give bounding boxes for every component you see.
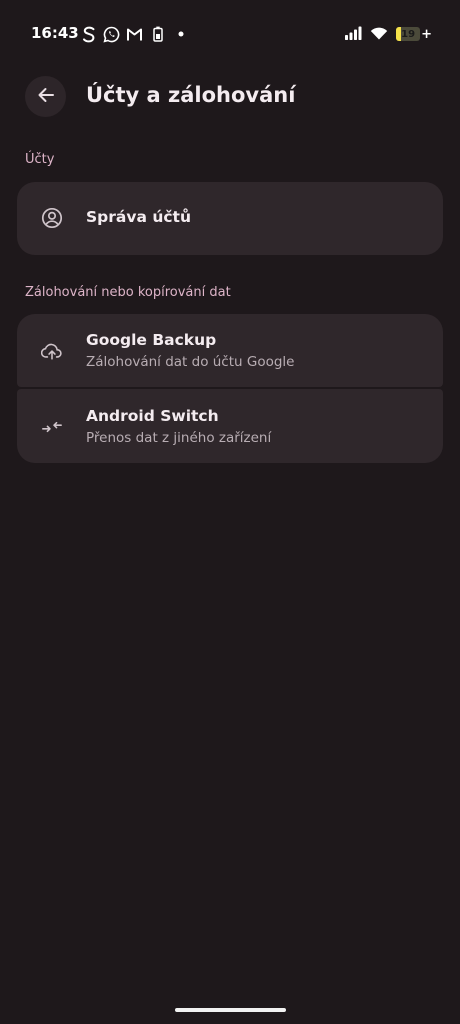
- list-item-manage-accounts[interactable]: Správa účtů: [17, 182, 443, 255]
- list-item-google-backup[interactable]: Google Backup Zálohování dat do účtu Goo…: [17, 314, 443, 387]
- list-item-android-switch[interactable]: Android Switch Přenos dat z jiného zaříz…: [17, 389, 443, 463]
- gmail-icon: [126, 26, 143, 43]
- transfer-arrows-icon: [41, 416, 63, 438]
- signal-icon: [344, 25, 362, 44]
- back-button[interactable]: [25, 76, 66, 117]
- section-header-accounts: Účty: [25, 152, 55, 167]
- charging-icon: +: [421, 26, 432, 42]
- battery-fill: [396, 27, 401, 41]
- battery-icon: 19 +: [396, 27, 432, 41]
- notification-icons: [80, 24, 189, 44]
- s-icon: [80, 26, 97, 43]
- list-item-title: Android Switch: [86, 407, 219, 425]
- section-header-backup: Zálohování nebo kopírování dat: [25, 285, 231, 300]
- dot-icon: [172, 26, 189, 43]
- arrow-back-icon: [36, 85, 56, 109]
- list-item-title: Správa účtů: [86, 208, 191, 226]
- cloud-upload-icon: [41, 340, 63, 362]
- battery-level: 19: [401, 28, 416, 40]
- page-title: Účty a zálohování: [86, 83, 296, 107]
- status-time: 16:43: [31, 24, 79, 42]
- system-icons: 19 +: [344, 24, 432, 44]
- home-indicator[interactable]: [175, 1008, 286, 1012]
- list-item-subtitle: Zálohování dat do účtu Google: [86, 354, 295, 370]
- wifi-icon: [370, 25, 388, 44]
- app-bar: Účty a zálohování: [0, 76, 460, 118]
- account-circle-icon: [41, 207, 63, 229]
- list-item-title: Google Backup: [86, 331, 217, 349]
- whatsapp-icon: [103, 26, 120, 43]
- battery-saver-icon: [149, 26, 166, 43]
- status-bar: 16:43 19 +: [0, 0, 460, 70]
- list-item-subtitle: Přenos dat z jiného zařízení: [86, 430, 272, 446]
